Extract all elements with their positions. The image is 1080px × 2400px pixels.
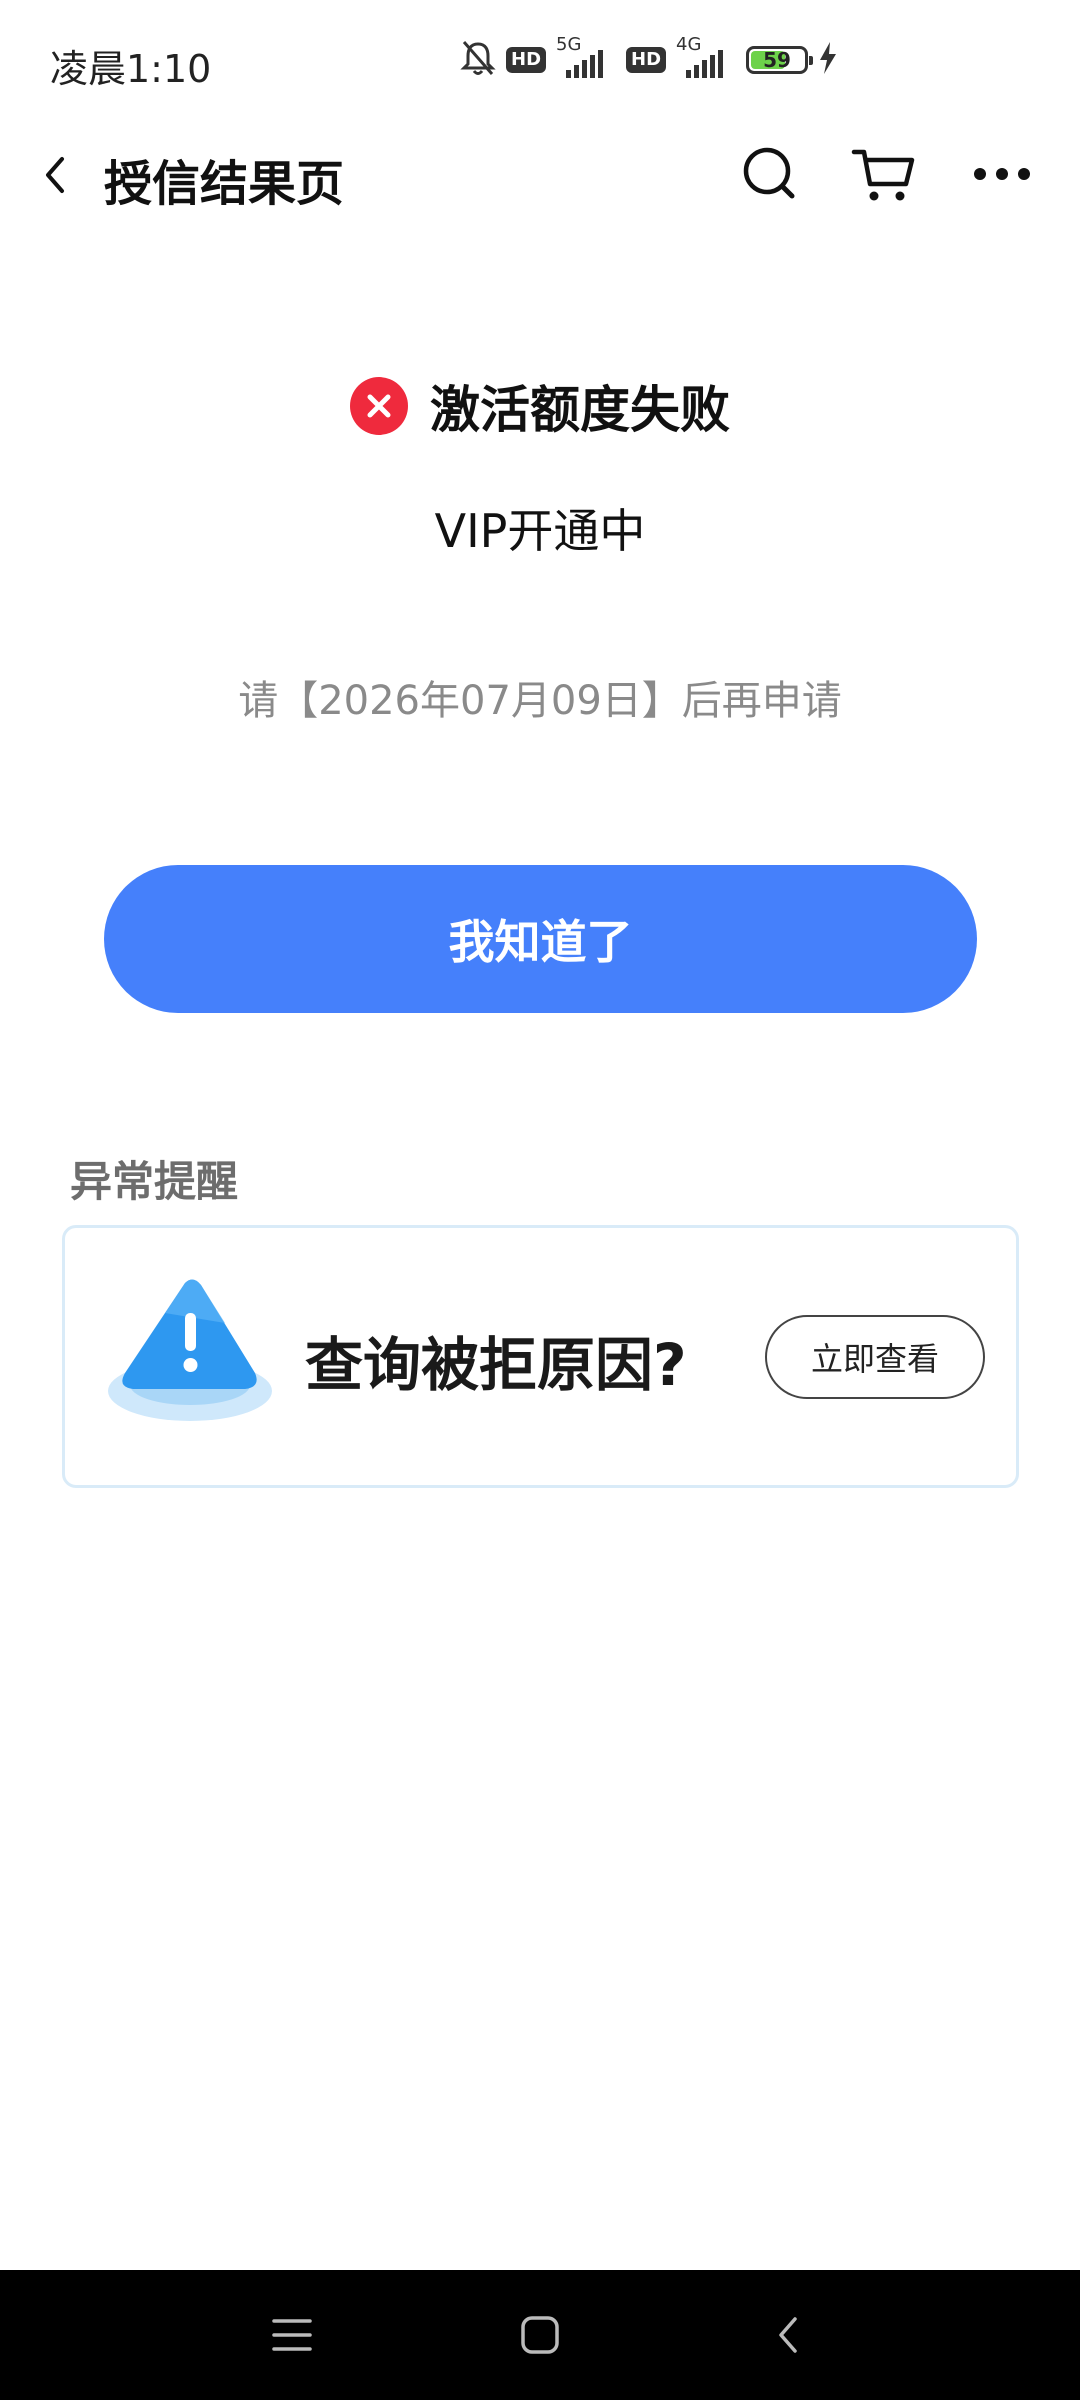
menu-lines-icon <box>272 2319 312 2351</box>
search-button[interactable] <box>730 134 810 214</box>
acknowledge-button[interactable]: 我知道了 <box>104 865 977 1013</box>
app-header: 授信结果页 <box>0 120 1080 230</box>
signal-5g-icon: 5G <box>556 34 616 80</box>
more-button[interactable] <box>962 134 1042 214</box>
hd-badge: HD <box>506 47 547 73</box>
view-now-button[interactable]: 立即查看 <box>765 1315 985 1399</box>
mute-bell-icon <box>460 38 496 82</box>
nav-menu-button[interactable] <box>252 2295 332 2375</box>
back-button[interactable] <box>40 140 100 210</box>
reapply-notice: 请【2026年07月09日】后再申请 <box>238 678 842 724</box>
cart-icon <box>851 149 915 201</box>
cart-button[interactable] <box>843 134 923 214</box>
page-title: 授信结果页 <box>104 156 345 212</box>
home-square-icon <box>521 2316 559 2354</box>
status-icons: HD 5G HD 4G 59 <box>460 34 838 82</box>
charging-icon <box>818 42 838 78</box>
status-time: 凌晨1:10 <box>50 47 212 91</box>
system-nav-bar <box>0 2270 1080 2400</box>
battery-level: 59 <box>763 48 791 72</box>
result-subtitle: VIP开通中 <box>434 504 646 558</box>
result-title: 激活额度失败 <box>430 381 730 439</box>
alert-text: 查询被拒原因? <box>305 1331 687 1399</box>
warning-triangle-icon <box>105 1273 285 1433</box>
more-dots-icon <box>974 168 1030 180</box>
result-header: 激活额度失败 <box>0 370 1080 442</box>
back-chevron-icon <box>779 2317 797 2353</box>
battery-icon: 59 <box>746 46 814 74</box>
nav-back-button[interactable] <box>748 2295 828 2375</box>
chevron-left-icon <box>46 157 64 193</box>
error-x-icon <box>350 377 408 435</box>
signal-4g-icon: 4G <box>676 34 736 80</box>
hd-badge-2: HD <box>626 47 667 73</box>
search-icon <box>743 147 795 199</box>
nav-home-button[interactable] <box>500 2295 580 2375</box>
status-bar: 凌晨1:10 HD 5G HD 4G 59 <box>0 0 1080 120</box>
alert-card[interactable]: 查询被拒原因? 立即查看 <box>62 1225 1019 1488</box>
alert-section-title: 异常提醒 <box>70 1157 239 1206</box>
